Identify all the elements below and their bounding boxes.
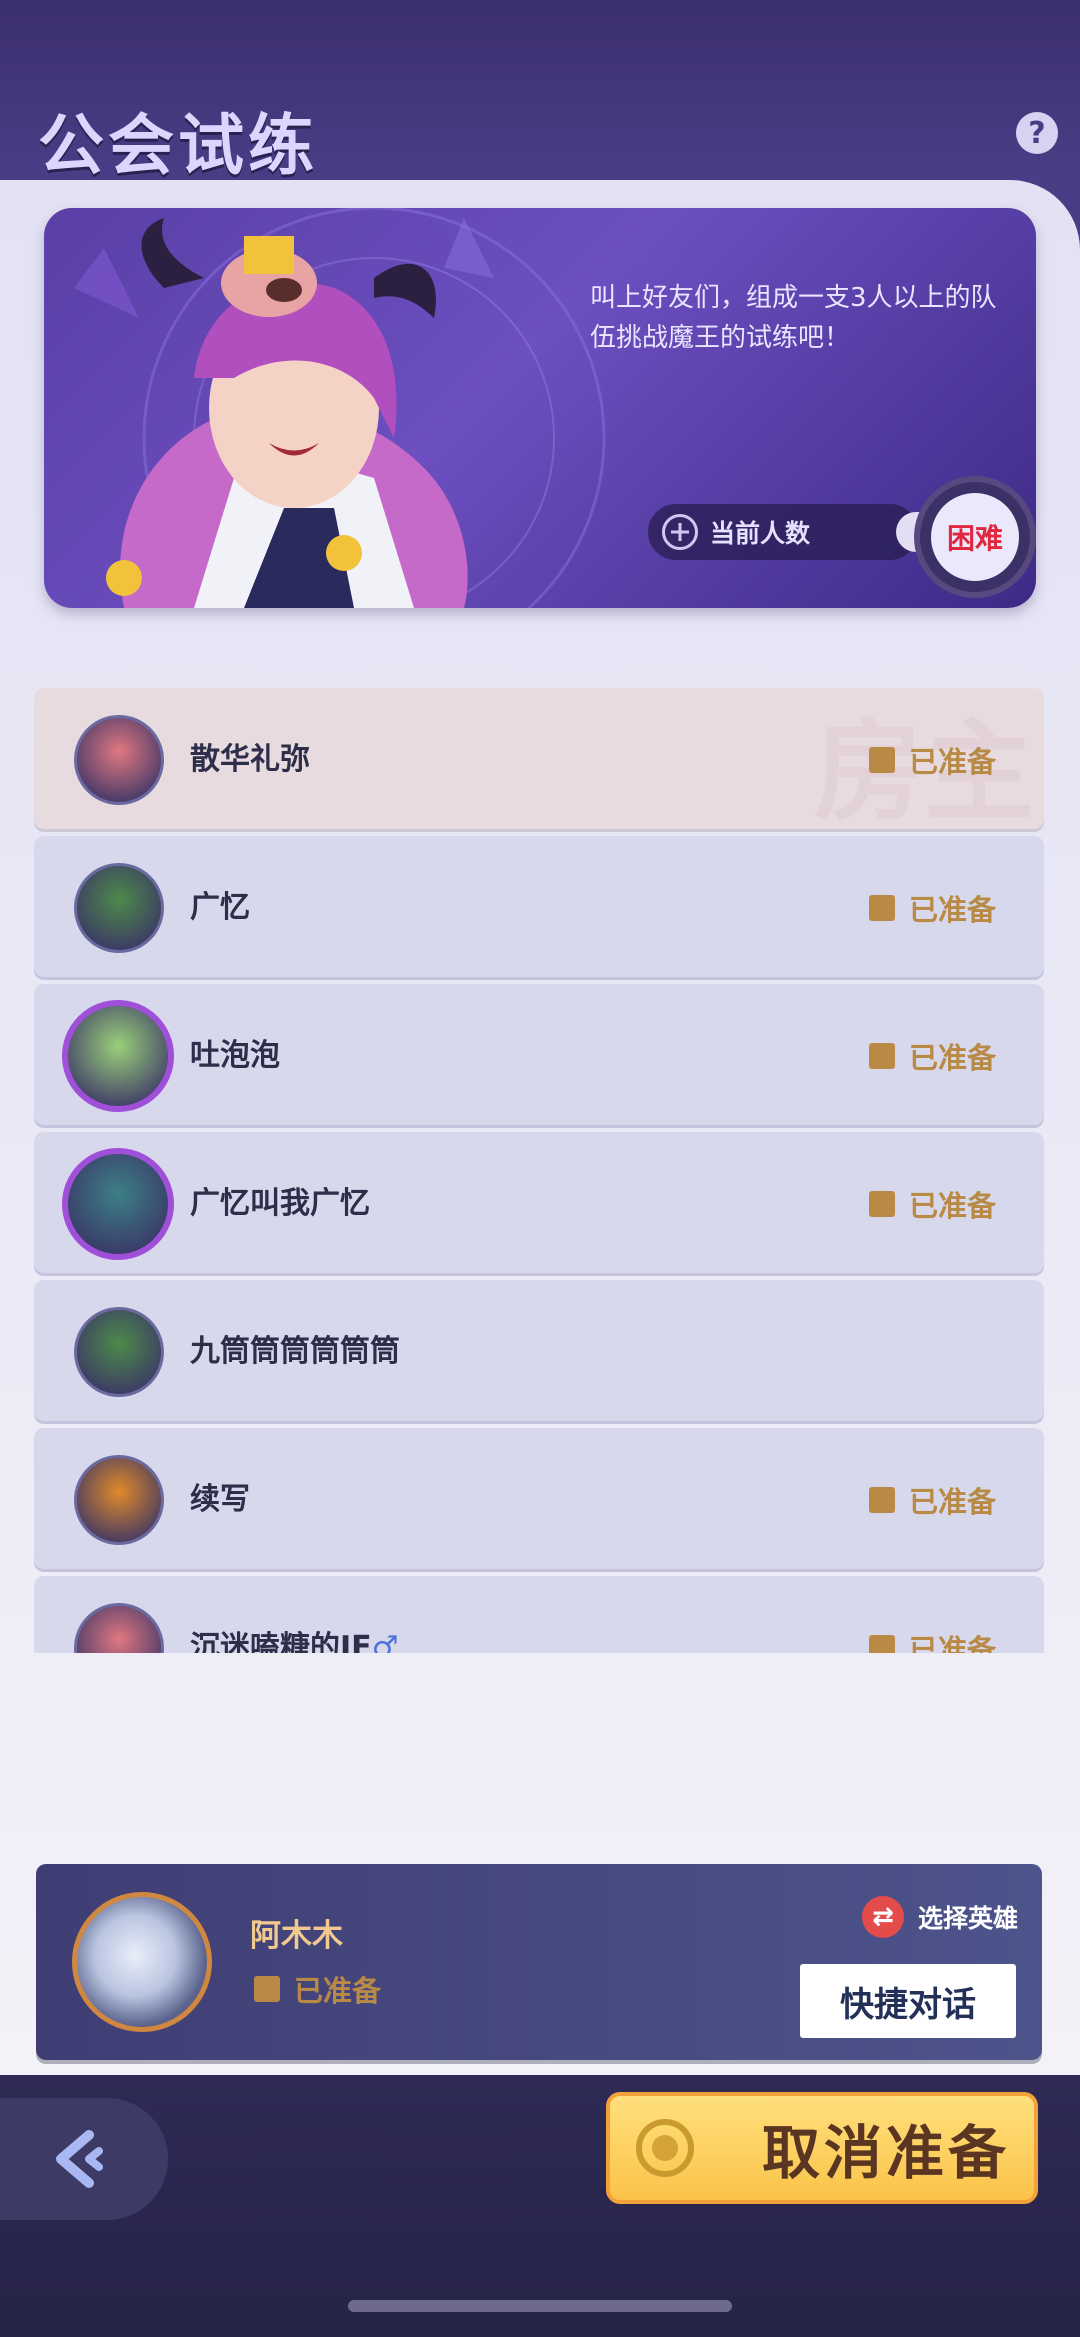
back-arrow-icon: [56, 2130, 103, 2188]
ready-status: 已准备: [868, 836, 996, 980]
home-indicator[interactable]: [348, 2300, 732, 2312]
member-name: 续写: [190, 1428, 250, 1572]
ready-check-icon: [868, 895, 895, 921]
back-button[interactable]: [0, 2098, 168, 2220]
member-name: 散华礼弥: [190, 688, 310, 832]
ready-label: 已准备: [908, 1041, 996, 1075]
cancel-ready-button[interactable]: 取消准备: [606, 2092, 1038, 2204]
list-item[interactable]: 吐泡泡 已准备: [34, 984, 1044, 1128]
list-item[interactable]: 房主 散华礼弥 已准备: [34, 688, 1044, 836]
ready-check-icon: [868, 1191, 895, 1217]
member-name-text: 广忆: [190, 890, 250, 925]
list-item[interactable]: 九筒筒筒筒筒筒: [34, 1280, 1044, 1424]
ready-status: 已准备: [868, 1132, 996, 1276]
member-count-label: 当前人数: [710, 519, 811, 548]
self-ready-status: 已准备: [254, 1968, 381, 2010]
difficulty-label: 困难: [931, 493, 1019, 581]
ready-status: 已准备: [868, 688, 996, 832]
boss-character-illustration: [74, 208, 606, 608]
list-item[interactable]: 广忆 已准备: [34, 836, 1044, 980]
member-name: 广忆: [190, 836, 250, 980]
ready-label: 已准备: [908, 1189, 996, 1223]
male-gender-icon: ♂: [371, 1630, 399, 1653]
avatar[interactable]: [74, 863, 164, 953]
ready-check-icon: [868, 1487, 895, 1513]
select-hero-label: 选择英雄: [917, 1904, 1018, 1933]
ready-check-icon: [868, 1043, 895, 1069]
avatar[interactable]: [74, 715, 164, 805]
member-list[interactable]: 房主 散华礼弥 已准备 广忆 已准备 吐泡泡 已准备 广忆叫我广忆 已准备 九筒筒筒筒筒筒 续写 已准…: [34, 688, 1044, 1653]
member-name: 九筒筒筒筒筒筒: [190, 1280, 400, 1424]
list-item[interactable]: 续写 已准备: [34, 1428, 1044, 1572]
avatar[interactable]: [74, 1307, 164, 1397]
question-icon[interactable]: ?: [1016, 112, 1058, 154]
avatar[interactable]: [62, 1148, 174, 1260]
member-name-text: 吐泡泡: [190, 1038, 280, 1073]
list-item[interactable]: 广忆叫我广忆 已准备: [34, 1132, 1044, 1276]
banner-description: 叫上好友们，组成一支3人以上的队伍挑战魔王的试练吧！: [590, 283, 997, 353]
member-name: 广忆叫我广忆: [190, 1132, 370, 1276]
list-item[interactable]: 沉迷嗑糖的JF♂ 已准备: [34, 1576, 1044, 1653]
member-name: 沉迷嗑糖的JF♂: [190, 1576, 399, 1653]
ready-status: 已准备: [868, 1576, 996, 1653]
avatar[interactable]: [62, 1000, 174, 1112]
select-hero-button[interactable]: ⇄ 选择英雄: [861, 1896, 1018, 1938]
avatar[interactable]: [74, 1603, 164, 1653]
member-name-text: 沉迷嗑糖的JF: [190, 1630, 372, 1653]
difficulty-badge: 困难: [914, 476, 1036, 598]
self-player-card: 阿木木 已准备 ⇄ 选择英雄 快捷对话: [36, 1864, 1042, 2060]
ready-check-icon: [254, 1976, 280, 2002]
swap-icon: ⇄: [861, 1896, 904, 1938]
avatar[interactable]: [74, 1455, 164, 1545]
avatar[interactable]: [72, 1892, 212, 2032]
ring-icon: [636, 2119, 694, 2177]
boss-banner: 叫上好友们，组成一支3人以上的队伍挑战魔王的试练吧！ 当前人数 8 困难: [44, 208, 1036, 608]
ready-label: 已准备: [908, 745, 996, 779]
ready-label: 已准备: [908, 1633, 996, 1653]
page-title: 公会试练: [38, 106, 318, 184]
self-ready-label: 已准备: [294, 1974, 382, 2008]
member-name-text: 九筒筒筒筒筒筒: [190, 1334, 400, 1369]
member-count-pill[interactable]: 当前人数 8: [648, 504, 966, 560]
member-name: 吐泡泡: [190, 984, 280, 1128]
plus-icon[interactable]: [662, 514, 698, 550]
cancel-ready-label: 取消准备: [762, 2119, 1011, 2187]
member-name-text: 散华礼弥: [190, 742, 310, 777]
ready-check-icon: [868, 747, 895, 773]
ready-check-icon: [868, 1635, 895, 1653]
ready-label: 已准备: [908, 1485, 996, 1519]
quick-chat-button[interactable]: 快捷对话: [800, 1964, 1016, 2038]
member-name-text: 广忆叫我广忆: [190, 1186, 370, 1221]
self-player-name: 阿木木: [250, 1918, 343, 1954]
ready-label: 已准备: [908, 893, 996, 927]
ready-status: 已准备: [868, 984, 996, 1128]
member-name-text: 续写: [190, 1482, 250, 1517]
ready-status: 已准备: [868, 1428, 996, 1572]
